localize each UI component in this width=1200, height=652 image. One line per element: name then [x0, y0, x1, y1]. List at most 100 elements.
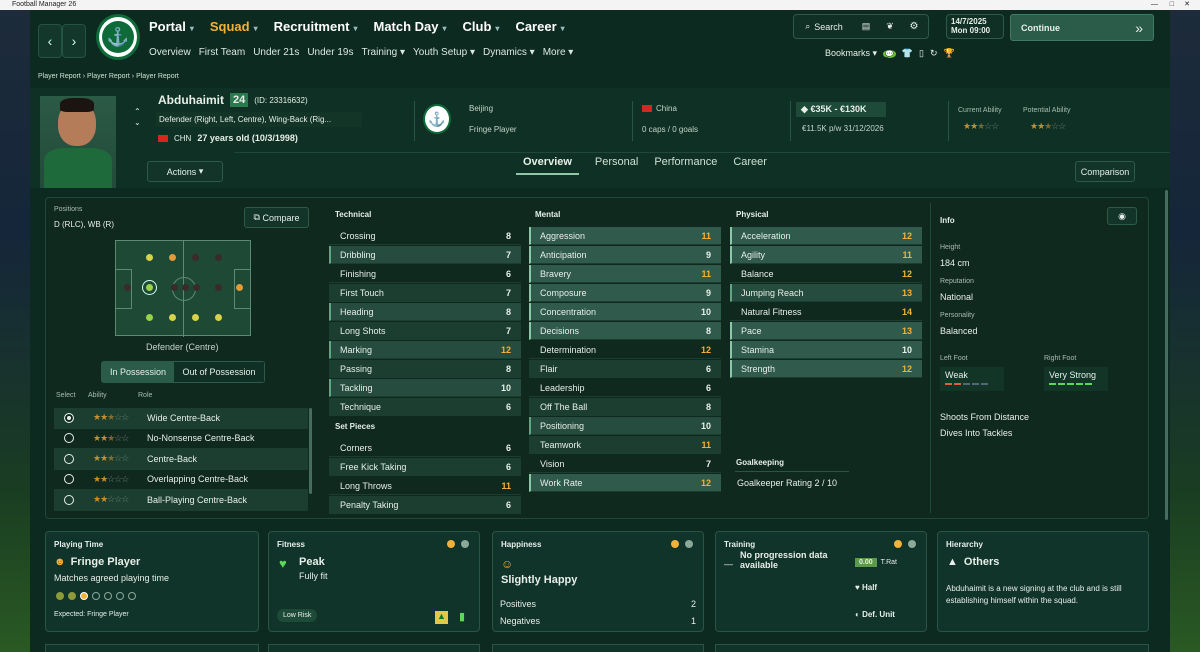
attribute-row[interactable]: Determination 12: [529, 341, 721, 359]
attribute-row[interactable]: Concentration 10: [529, 303, 721, 321]
attribute-row[interactable]: Long Shots 7: [329, 322, 521, 340]
playing-time-card[interactable]: Playing Time ☻ Fringe Player Matches agre…: [45, 531, 259, 632]
attribute-row[interactable]: Leadership 6: [529, 379, 721, 397]
tab-performance[interactable]: Performance: [654, 156, 717, 175]
attribute-row[interactable]: Teamwork 11: [529, 436, 721, 454]
role-row[interactable]: ★★☆☆☆ Overlapping Centre-Back: [54, 470, 308, 490]
notebook-icon[interactable]: ▤: [854, 21, 878, 32]
in-possession-tab[interactable]: In Possession: [102, 362, 174, 382]
date-display[interactable]: 14/7/2025 Mon 09:00: [946, 14, 1004, 39]
attribute-row[interactable]: Bravery 11: [529, 265, 721, 283]
attribute-row[interactable]: Pace 13: [730, 322, 922, 340]
attribute-row[interactable]: Heading 8: [329, 303, 521, 321]
radio-button[interactable]: [64, 453, 74, 464]
attribute-row[interactable]: Composure 9: [529, 284, 721, 302]
brain-icon[interactable]: ❦: [878, 21, 902, 32]
close-icon[interactable]: ✕: [1184, 0, 1190, 10]
submenu-dynamics[interactable]: Dynamics ▾: [483, 47, 535, 58]
training-card[interactable]: Training — No progression data available…: [715, 531, 927, 632]
attribute-row[interactable]: Natural Fitness 14: [730, 303, 922, 321]
submenu-under21[interactable]: Under 21s: [253, 47, 299, 58]
radio-button[interactable]: [64, 474, 74, 485]
actions-button[interactable]: Actions ▾: [147, 161, 223, 182]
role-row[interactable]: ★★★☆☆ Wide Centre-Back: [54, 408, 308, 429]
breadcrumb-item[interactable]: Player Report: [38, 73, 81, 80]
search-button[interactable]: ⌕ Search: [794, 21, 854, 32]
compare-button[interactable]: ⧉ Compare: [244, 207, 309, 228]
menu-match-day[interactable]: Match Day ▾: [373, 19, 446, 34]
attribute-row[interactable]: Vision 7: [529, 455, 721, 473]
minimize-icon[interactable]: —: [1151, 0, 1158, 10]
comparison-button[interactable]: Comparison: [1075, 161, 1135, 182]
out-possession-tab[interactable]: Out of Possession: [174, 362, 264, 382]
radio-button[interactable]: [64, 494, 74, 505]
maximize-icon[interactable]: □: [1170, 0, 1174, 10]
forward-button[interactable]: ›: [62, 24, 86, 58]
submenu-overview[interactable]: Overview: [149, 47, 191, 58]
attribute-row[interactable]: Tackling 10: [329, 379, 521, 397]
attribute-row[interactable]: Flair 6: [529, 360, 721, 378]
tab-overview[interactable]: Overview: [516, 156, 579, 175]
attribute-row[interactable]: Work Rate 12: [529, 474, 721, 492]
happiness-card[interactable]: Happiness ☺ Slightly Happy Positives 2 Ne…: [492, 531, 704, 632]
attribute-row[interactable]: Technique 6: [329, 398, 521, 416]
submenu-more[interactable]: More ▾: [543, 47, 574, 58]
role-row[interactable]: ★★★☆☆ No-Nonsense Centre-Back: [54, 429, 308, 449]
attribute-row[interactable]: Decisions 8: [529, 322, 721, 340]
attribute-row[interactable]: Anticipation 9: [529, 246, 721, 264]
role-row[interactable]: ★★★☆☆ Centre-Back: [54, 449, 308, 470]
attribute-row[interactable]: Strength 12: [730, 360, 922, 378]
radio-button[interactable]: [64, 433, 74, 444]
club-badge[interactable]: ⚓: [423, 104, 451, 134]
tab-personal[interactable]: Personal: [595, 156, 638, 175]
page-scrollbar[interactable]: [1165, 190, 1168, 520]
attribute-row[interactable]: Marking 12: [329, 341, 521, 359]
menu-career[interactable]: Career ▾: [515, 19, 564, 34]
upgrade-icon[interactable]: ▲: [435, 611, 448, 624]
tab-career[interactable]: Career: [733, 156, 767, 175]
attribute-row[interactable]: Aggression 11: [529, 227, 721, 245]
trophy-icon[interactable]: 🏆: [943, 48, 954, 59]
menu-portal[interactable]: Portal ▾: [149, 19, 194, 34]
attribute-row[interactable]: Stamina 10: [730, 341, 922, 359]
radio-button[interactable]: [64, 412, 74, 423]
attribute-row[interactable]: Jumping Reach 13: [730, 284, 922, 302]
refresh-icon[interactable]: ↻: [930, 48, 938, 59]
attribute-row[interactable]: First Touch 7: [329, 284, 521, 302]
menu-recruitment[interactable]: Recruitment ▾: [274, 19, 358, 34]
submenu-first-team[interactable]: First Team: [199, 47, 246, 58]
attribute-row[interactable]: Corners 6: [329, 439, 521, 457]
club-logo[interactable]: ⚓: [96, 14, 140, 60]
attribute-row[interactable]: Agility 11: [730, 246, 922, 264]
fitness-card[interactable]: Fitness ♥ Peak Fully fit Low Risk ▲ ▮: [268, 531, 480, 632]
attribute-row[interactable]: Long Throws 11: [329, 477, 521, 495]
submenu-training[interactable]: Training ▾: [361, 47, 405, 58]
menu-club[interactable]: Club ▾: [463, 19, 500, 34]
submenu-youth[interactable]: Youth Setup ▾: [413, 47, 475, 58]
bookmarks-button[interactable]: Bookmarks ▾: [825, 48, 877, 59]
attribute-row[interactable]: Crossing 8: [329, 227, 521, 245]
role-row[interactable]: ★★☆☆☆ Ball-Playing Centre-Back: [54, 490, 308, 511]
continue-button[interactable]: Continue »: [1010, 14, 1154, 41]
attribute-row[interactable]: Positioning 10: [529, 417, 721, 435]
attribute-row[interactable]: Passing 8: [329, 360, 521, 378]
attribute-row[interactable]: Dribbling 7: [329, 246, 521, 264]
chat-icon[interactable]: 💬: [883, 49, 896, 58]
kit-icon[interactable]: 👕: [902, 48, 913, 59]
attribute-row[interactable]: Finishing 6: [329, 265, 521, 283]
attribute-row[interactable]: Off The Ball 8: [529, 398, 721, 416]
menu-squad[interactable]: Squad ▾: [210, 19, 258, 34]
breadcrumb-item[interactable]: Player Report: [87, 73, 130, 80]
attribute-row[interactable]: Free Kick Taking 6: [329, 458, 521, 476]
submenu-under19[interactable]: Under 19s: [307, 47, 353, 58]
profile-icon[interactable]: ◉: [1107, 207, 1137, 225]
back-button[interactable]: ‹: [38, 24, 62, 58]
player-switcher[interactable]: ⌃ ⌄: [134, 106, 141, 128]
clipboard-icon[interactable]: ▯: [919, 48, 924, 59]
attribute-row[interactable]: Balance 12: [730, 265, 922, 283]
attribute-row[interactable]: Acceleration 12: [730, 227, 922, 245]
hierarchy-card[interactable]: Hierarchy ▲ Others Abduhaimit is a new si…: [937, 531, 1149, 632]
gear-icon[interactable]: ⚙: [902, 21, 926, 32]
attribute-row[interactable]: Penalty Taking 6: [329, 496, 521, 514]
role-scrollbar[interactable]: [309, 408, 312, 494]
